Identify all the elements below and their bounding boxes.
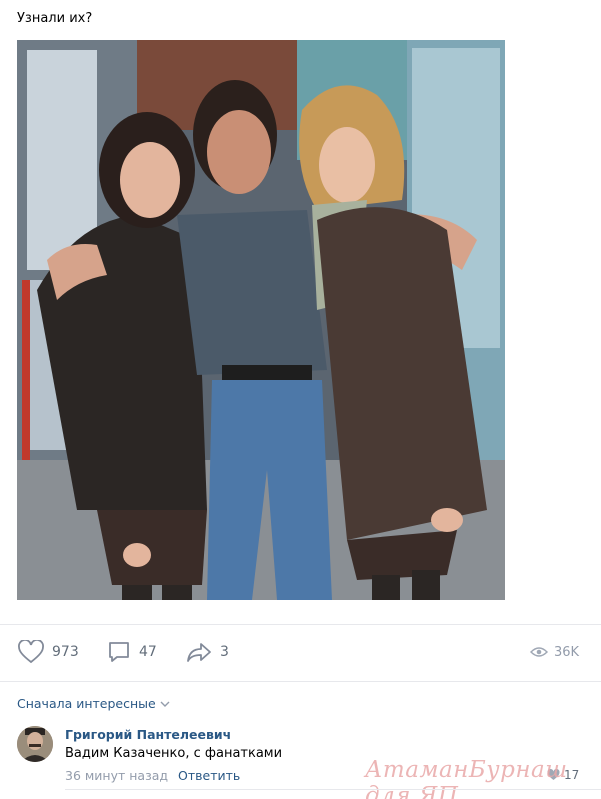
photo-illustration	[17, 40, 505, 600]
chevron-down-icon	[160, 701, 170, 707]
watermark: АтаманБурнаш для ЯП	[365, 757, 568, 799]
like-count: 973	[52, 644, 79, 660]
comment-author-avatar[interactable]	[17, 726, 53, 762]
comment-author-name[interactable]: Григорий Пантелеевич	[65, 727, 231, 742]
share-count: 3	[220, 644, 229, 660]
comment-time[interactable]: 36 минут назад	[65, 768, 168, 783]
share-button[interactable]: 3	[186, 639, 229, 665]
comments-sort-dropdown[interactable]: Сначала интересные	[17, 696, 170, 711]
divider	[65, 789, 601, 790]
share-arrow-icon	[187, 643, 211, 662]
post-photo[interactable]	[17, 40, 505, 600]
views-count: 36K	[554, 644, 580, 660]
eye-icon	[530, 647, 548, 657]
post-text: Узнали их?	[17, 11, 93, 26]
heart-icon	[18, 640, 44, 664]
comment-count: 47	[139, 644, 157, 660]
comment-text: Вадим Казаченко, с фанатками	[65, 746, 283, 761]
like-button[interactable]: 973	[18, 639, 79, 665]
post-actions-bar: 973 47 3 36K	[0, 624, 601, 680]
comment-meta: 36 минут назад Ответить	[65, 768, 240, 783]
sort-label: Сначала интересные	[17, 696, 156, 711]
comment-icon	[109, 642, 129, 662]
vk-post: Узнали их? 973 47 3 36K Сначала интересн…	[0, 0, 601, 799]
reply-link[interactable]: Ответить	[178, 768, 240, 783]
views-counter: 36K	[530, 639, 579, 665]
comment-button[interactable]: 47	[107, 639, 157, 665]
avatar-image	[17, 726, 53, 762]
